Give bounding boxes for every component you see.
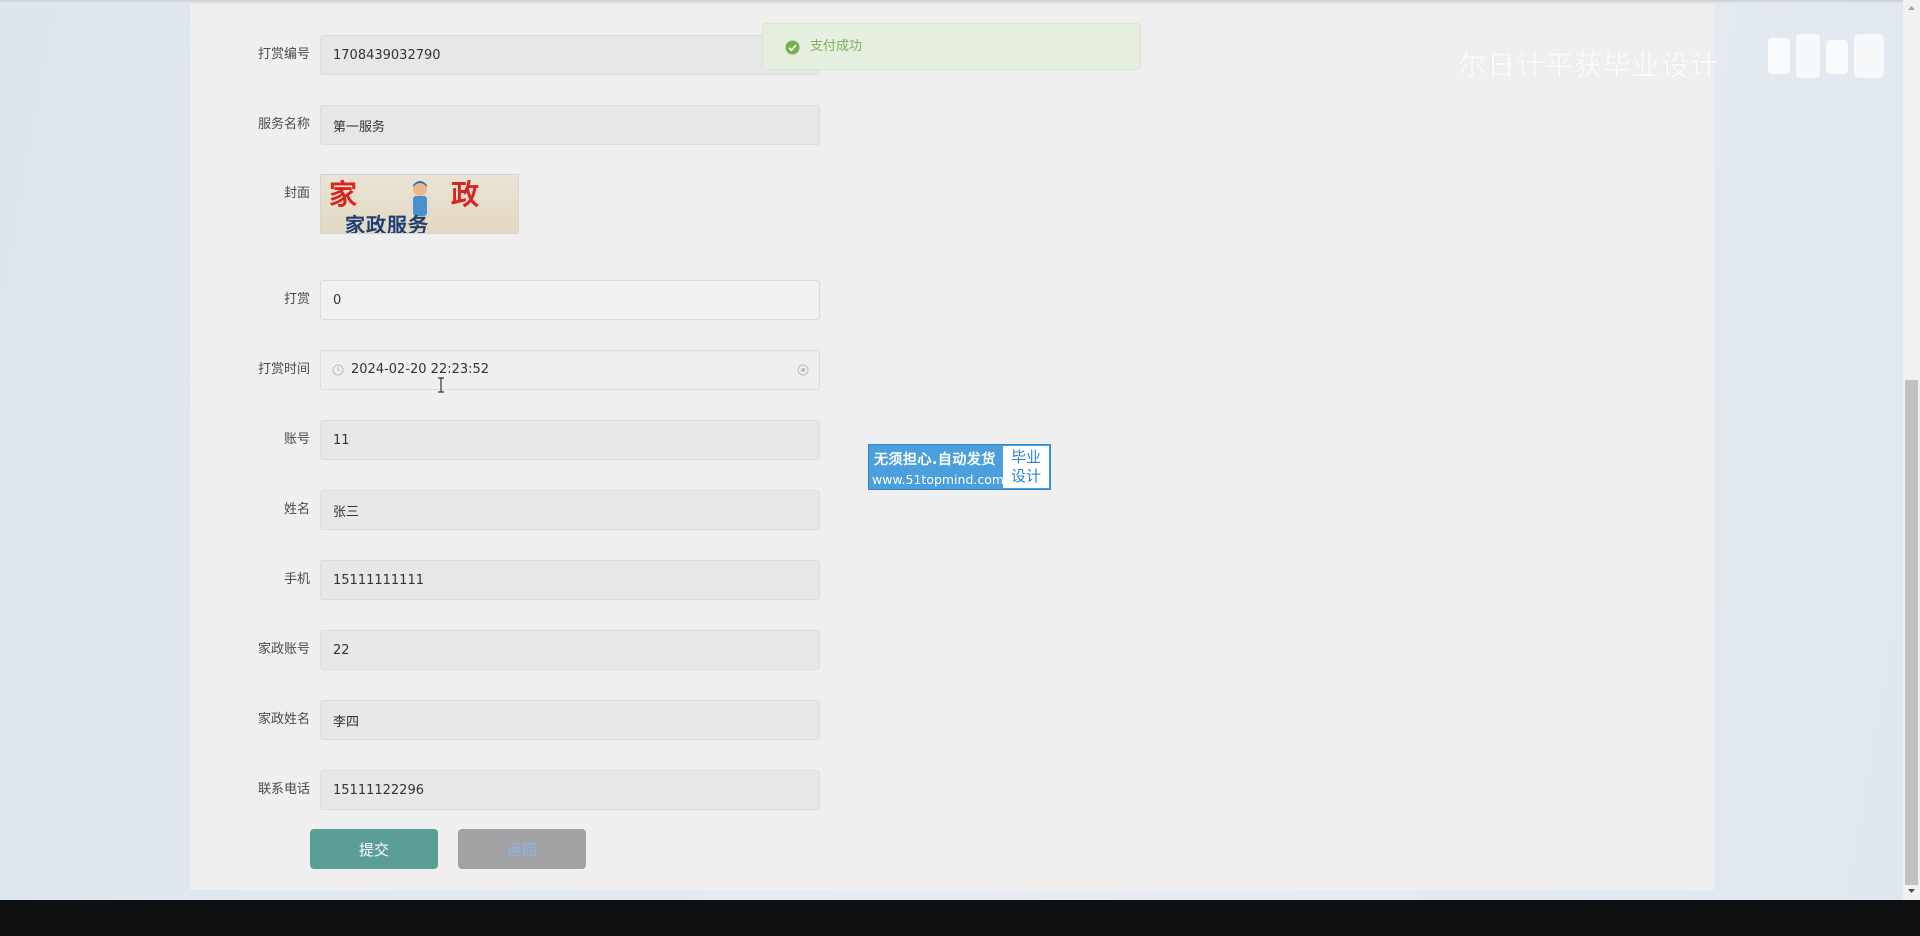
back-button[interactable]: 返回 — [458, 829, 586, 869]
housekeeper-name-input[interactable] — [320, 700, 820, 740]
ad-badge[interactable]: 无须担心.自动发货 www.51topmind.com 毕业 设计 — [868, 444, 1051, 490]
account-label: 账号 — [283, 432, 310, 447]
field-row-reward: 打赏 — [190, 280, 820, 320]
scrollbar-thumb[interactable] — [1905, 380, 1918, 885]
cover-label: 封面 — [283, 186, 310, 201]
service-name-label: 服务名称 — [257, 117, 310, 132]
scroll-up-icon[interactable] — [1907, 4, 1916, 13]
taskbar — [0, 900, 1920, 936]
field-row-contact-phone: 联系电话 — [190, 770, 820, 810]
field-row-reward-id: 打赏编号 — [190, 35, 820, 75]
housekeeper-account-label: 家政账号 — [257, 642, 310, 657]
reward-time-value: 2024-02-20 22:23:52 — [351, 362, 490, 377]
watermark-logo-icon — [1768, 34, 1884, 78]
clear-icon[interactable] — [797, 364, 809, 376]
housekeeper-name-label: 家政姓名 — [257, 712, 310, 727]
reward-input[interactable] — [320, 280, 820, 320]
clock-icon — [332, 364, 344, 376]
cover-image[interactable]: 家 政 家政服务 — [320, 174, 519, 234]
toast-message: 支付成功 — [810, 39, 863, 54]
scroll-down-icon[interactable] — [1907, 886, 1916, 895]
field-row-housekeeper-account: 家政账号 — [190, 630, 820, 670]
success-toast: 支付成功 — [762, 23, 1141, 70]
reward-time-picker[interactable]: 2024-02-20 22:23:52 — [320, 350, 820, 390]
submit-button[interactable]: 提交 — [310, 829, 438, 869]
ad-side-line1: 毕业 — [1010, 448, 1041, 466]
field-row-housekeeper-name: 家政姓名 — [190, 700, 820, 740]
contact-phone-label: 联系电话 — [257, 782, 310, 797]
name-input[interactable] — [320, 490, 820, 530]
phone-input[interactable] — [320, 560, 820, 600]
cover-text-left: 家 — [329, 178, 360, 211]
contact-phone-input[interactable] — [320, 770, 820, 810]
reward-label: 打赏 — [283, 292, 310, 307]
ad-side-line2: 设计 — [1010, 467, 1041, 485]
reward-id-label: 打赏编号 — [257, 47, 310, 62]
ad-line1: 无须担心.自动发货 — [874, 452, 996, 468]
field-row-phone: 手机 — [190, 560, 820, 600]
text-cursor-icon — [438, 377, 444, 393]
cover-text-right: 政 — [451, 178, 480, 211]
account-input[interactable] — [320, 420, 820, 460]
ad-line2: www.51topmind.com — [872, 472, 1005, 487]
check-circle-icon — [785, 40, 800, 55]
field-row-service-name: 服务名称 — [190, 105, 820, 145]
field-row-reward-time: 打赏时间 2024-02-20 22:23:52 — [190, 350, 820, 390]
service-name-input[interactable] — [320, 105, 820, 145]
field-row-name: 姓名 — [190, 490, 820, 530]
reward-id-input[interactable] — [320, 35, 820, 75]
reward-time-label: 打赏时间 — [257, 362, 310, 377]
name-label: 姓名 — [283, 502, 310, 517]
vertical-scrollbar[interactable] — [1903, 0, 1920, 900]
housekeeper-account-input[interactable] — [320, 630, 820, 670]
cover-text-bottom: 家政服务 — [345, 213, 429, 234]
watermark-text: 尔日计平获毕业设计 — [1458, 49, 1720, 82]
field-row-account: 账号 — [190, 420, 820, 460]
phone-label: 手机 — [283, 572, 310, 587]
ad-side: 毕业 设计 — [1003, 446, 1049, 488]
